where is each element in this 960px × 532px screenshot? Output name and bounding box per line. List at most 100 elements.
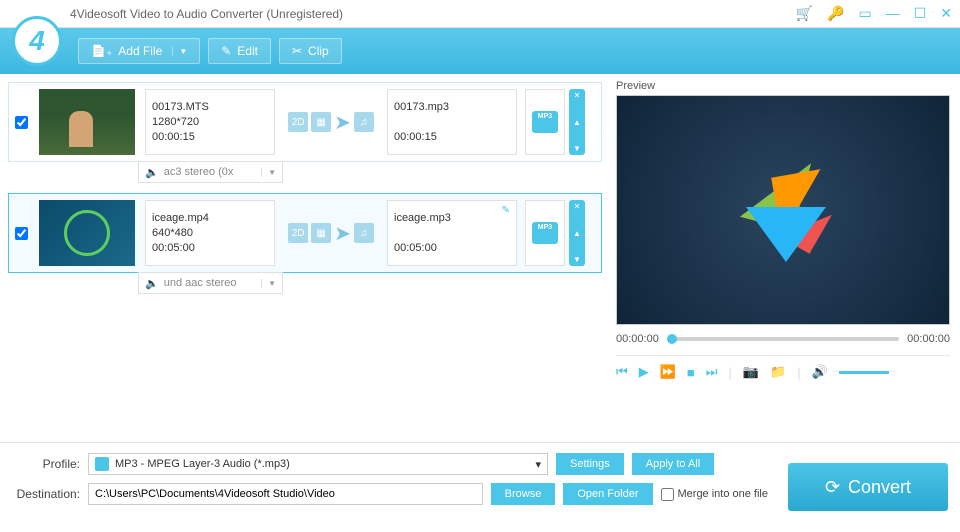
clip-label: Clip [308,44,329,58]
next-button[interactable]: ⏭ [706,364,718,380]
time-total: 00:00:00 [907,333,950,345]
file-checkbox[interactable] [15,116,28,129]
output-duration: 00:05:00 [394,242,510,254]
merge-checkbox[interactable]: Merge into one file [661,488,769,501]
edit-output-icon[interactable]: ✎ [502,205,510,216]
open-folder-button[interactable]: Open Folder [563,483,652,505]
speaker-icon: 🔈 [145,277,159,290]
speaker-icon: 🔈 [145,166,159,179]
chevron-down-icon: ▼ [261,279,276,288]
file-thumbnail[interactable] [39,200,135,266]
chevron-down-icon[interactable]: ▼ [172,47,187,56]
output-filename: 00173.mp3 [394,101,510,113]
destination-input[interactable] [88,483,483,505]
preview-label: Preview [616,80,950,92]
preview-screen[interactable] [616,95,950,325]
pipeline-music-icon: ♫ [354,112,374,132]
profile-label: Profile: [12,457,80,471]
close-item-icon[interactable]: ✕ [574,91,581,100]
bottom-bar: Profile: MP3 - MPEG Layer-3 Audio (*.mp3… [0,442,960,532]
close-icon[interactable]: ✕ [940,5,952,22]
edit-button[interactable]: ✎ Edit [208,38,271,64]
separator: | [728,365,731,380]
key-icon[interactable]: 🔑 [827,5,844,22]
prev-button[interactable]: ⏮ [616,364,628,380]
mp3-format-icon [95,457,109,471]
source-info: iceage.mp4 640*480 00:05:00 [145,200,275,266]
convert-button[interactable]: ⟳ Convert [788,463,948,511]
conversion-pipeline: 2D ▦ ➤ ♫ [283,200,379,266]
source-info: 00173.MTS 1280*720 00:00:15 [145,89,275,155]
play-button[interactable]: ▶ [639,364,649,380]
ffwd-button[interactable]: ⏩ [660,364,676,380]
add-file-icon: 📄₊ [91,44,112,58]
volume-slider[interactable] [839,371,889,374]
add-file-button[interactable]: 📄₊ Add File ▼ [78,38,200,64]
file-thumbnail[interactable] [39,89,135,155]
volume-icon[interactable]: 🔊 [812,364,828,380]
pipeline-grid-icon: ▦ [311,112,331,132]
chevron-down-icon: ▾ [535,458,541,471]
feedback-icon[interactable]: ▭ [858,5,871,22]
move-up-icon[interactable]: ▲ [573,118,581,127]
pipeline-music-icon: ♫ [354,223,374,243]
stop-button[interactable]: ■ [687,365,695,380]
output-info: 00173.mp3 00:00:15 [387,89,517,155]
mp3-icon [532,111,558,133]
preview-panel: Preview 00:00:00 00:00:00 ⏮ ▶ ⏩ ■ ⏭ | 📷 … [610,74,960,442]
pipeline-2d-icon: 2D [288,112,308,132]
audio-track-select[interactable]: 🔈 ac3 stereo (0x ▼ [138,161,283,183]
audio-track-label: ac3 stereo (0x [164,166,234,178]
preview-logo-icon [728,155,838,265]
file-list: 00173.MTS 1280*720 00:00:15 2D ▦ ➤ ♫ 001… [0,74,610,442]
arrow-right-icon: ➤ [334,110,351,135]
move-down-icon[interactable]: ▼ [573,255,581,264]
toolbar: 📄₊ Add File ▼ ✎ Edit ✂ Clip [0,28,960,74]
clip-button[interactable]: ✂ Clip [279,38,342,64]
browse-button[interactable]: Browse [491,483,556,505]
file-row[interactable]: 00173.MTS 1280*720 00:00:15 2D ▦ ➤ ♫ 001… [8,82,602,162]
snapshot-folder-button[interactable]: 📁 [770,364,786,380]
source-resolution: 1280*720 [152,116,268,128]
settings-button[interactable]: Settings [556,453,624,475]
merge-checkbox-input[interactable] [661,488,674,501]
source-duration: 00:00:15 [152,131,268,143]
profile-select[interactable]: MP3 - MPEG Layer-3 Audio (*.mp3) ▾ [88,453,548,475]
destination-label: Destination: [12,487,80,501]
chevron-down-icon: ▼ [261,168,276,177]
conversion-pipeline: 2D ▦ ➤ ♫ [283,89,379,155]
time-current: 00:00:00 [616,333,659,345]
pipeline-2d-icon: 2D [288,223,308,243]
add-file-label: Add File [118,44,162,58]
move-down-icon[interactable]: ▼ [573,144,581,153]
app-logo: 4 [12,16,62,66]
reorder-control[interactable]: ✕ ▲ ▼ [569,200,585,266]
profile-value: MP3 - MPEG Layer-3 Audio (*.mp3) [115,458,290,470]
window-title: 4Videosoft Video to Audio Converter (Unr… [70,7,343,21]
file-checkbox[interactable] [15,227,28,240]
apply-all-button[interactable]: Apply to All [632,453,714,475]
close-item-icon[interactable]: ✕ [574,202,581,211]
pipeline-grid-icon: ▦ [311,223,331,243]
mp3-icon [532,222,558,244]
edit-icon: ✎ [221,44,231,58]
clip-icon: ✂ [292,44,302,58]
output-duration: 00:00:15 [394,131,510,143]
merge-label: Merge into one file [678,488,769,500]
reorder-control[interactable]: ✕ ▲ ▼ [569,89,585,155]
source-filename: iceage.mp4 [152,212,268,224]
file-row[interactable]: iceage.mp4 640*480 00:05:00 2D ▦ ➤ ♫ ✎ i… [8,193,602,273]
output-format-badge[interactable] [525,200,565,266]
output-format-badge[interactable] [525,89,565,155]
cart-icon[interactable]: 🛒 [796,5,813,22]
titlebar: 4Videosoft Video to Audio Converter (Unr… [0,0,960,28]
audio-track-select[interactable]: 🔈 und aac stereo ▼ [138,272,283,294]
output-info: ✎ iceage.mp3 00:05:00 [387,200,517,266]
snapshot-button[interactable]: 📷 [743,364,759,380]
minimize-icon[interactable]: — [886,5,900,22]
move-up-icon[interactable]: ▲ [573,229,581,238]
convert-label: Convert [848,477,911,498]
audio-track-label: und aac stereo [164,277,237,289]
maximize-icon[interactable]: ☐ [914,5,927,22]
timeline-slider[interactable] [667,337,899,341]
